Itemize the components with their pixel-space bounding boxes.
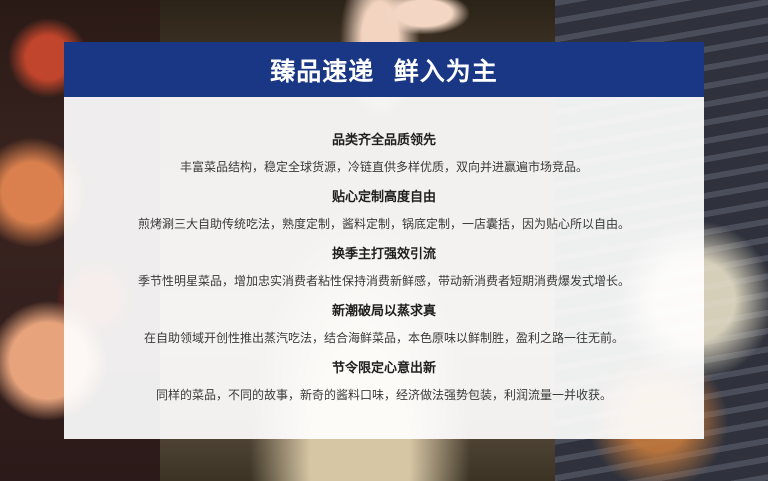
feature-card: 臻品速递 鲜入为主 品类齐全品质领先 丰富菜品结构，稳定全球货源，冷链直供多样优… xyxy=(64,42,704,439)
feature-title: 品类齐全品质领先 xyxy=(331,133,436,148)
feature-description: 煎烤涮三大自助传统吃法，熟度定制，酱料定制，锅底定制，一店囊括，因为贴心所以自由… xyxy=(137,217,630,231)
feature-item: 品类齐全品质领先 丰富菜品结构，稳定全球货源，冷链直供多样优质，双向并进赢遍市场… xyxy=(64,133,704,190)
banner-title: 臻品速递 鲜入为主 xyxy=(270,56,498,86)
feature-description: 同样的菜品，不同的故事，新奇的酱料口味，经济做法强势包装，利润流量一并收获。 xyxy=(155,388,612,402)
feature-description: 季节性明星菜品，增加忠实消费者粘性保持消费新鲜感，带动新消费者短期消费爆发式增长… xyxy=(137,274,630,288)
card-header: 臻品速递 鲜入为主 xyxy=(64,42,704,97)
card-body: 品类齐全品质领先 丰富菜品结构，稳定全球货源，冷链直供多样优质，双向并进赢遍市场… xyxy=(64,97,704,439)
feature-title: 贴心定制高度自由 xyxy=(331,190,436,205)
feature-list: 品类齐全品质领先 丰富菜品结构，稳定全球货源，冷链直供多样优质，双向并进赢遍市场… xyxy=(64,133,704,418)
feature-title: 新潮破局以蒸求真 xyxy=(331,304,436,319)
feature-item: 换季主打强效引流 季节性明星菜品，增加忠实消费者粘性保持消费新鲜感，带动新消费者… xyxy=(64,247,704,304)
feature-item: 贴心定制高度自由 煎烤涮三大自助传统吃法，熟度定制，酱料定制，锅底定制，一店囊括… xyxy=(64,190,704,247)
feature-item: 节令限定心意出新 同样的菜品，不同的故事，新奇的酱料口味，经济做法强势包装，利润… xyxy=(64,361,704,418)
feature-item: 新潮破局以蒸求真 在自助领域开创性推出蒸汽吃法，结合海鲜菜品，本色原味以鲜制胜，… xyxy=(64,304,704,361)
feature-title: 换季主打强效引流 xyxy=(331,247,436,262)
feature-title: 节令限定心意出新 xyxy=(331,361,436,376)
feature-description: 在自助领域开创性推出蒸汽吃法，结合海鲜菜品，本色原味以鲜制胜，盈利之路一往无前。 xyxy=(143,331,624,345)
feature-description: 丰富菜品结构，稳定全球货源，冷链直供多样优质，双向并进赢遍市场竞品。 xyxy=(179,160,588,174)
hand-photo xyxy=(380,0,490,44)
